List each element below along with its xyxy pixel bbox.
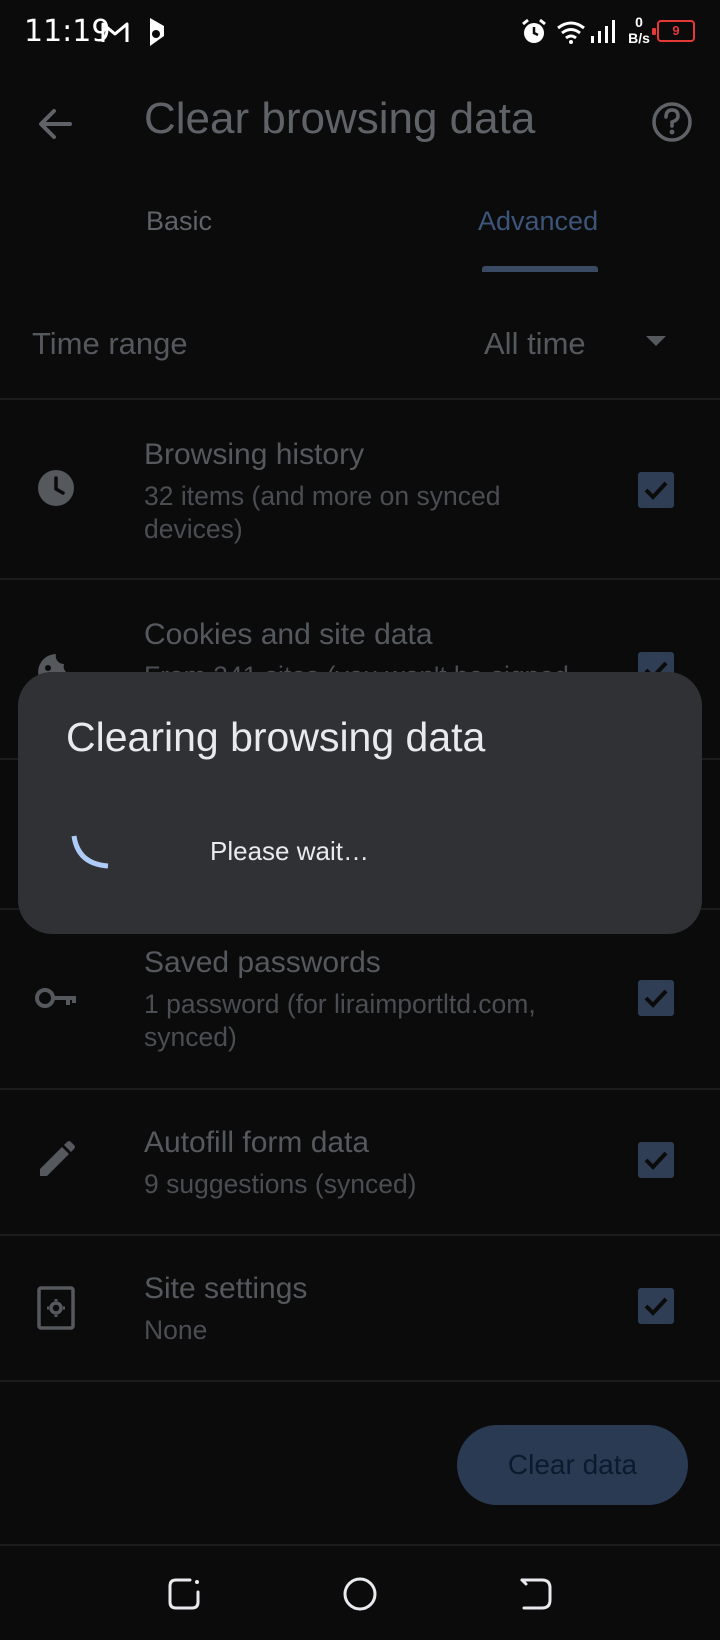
battery-level: 9 (672, 23, 680, 38)
tab-bar: Basic Advanced (0, 176, 720, 272)
help-icon (652, 102, 692, 142)
dialog-message: Please wait… (210, 836, 369, 866)
item-title: Browsing history (144, 438, 365, 471)
time-range-value[interactable]: All time (484, 326, 586, 362)
battery-icon: 9 (652, 20, 695, 42)
back-button[interactable] (28, 96, 84, 152)
tab-basic[interactable]: Basic (146, 206, 212, 237)
checkmark-icon (644, 481, 668, 500)
system-nav-bar (0, 1546, 720, 1640)
dialog-title: Clearing browsing data (66, 714, 486, 760)
app-bar: Clear browsing data (0, 64, 720, 176)
item-title: Cookies and site data (144, 618, 433, 651)
time-range-selector[interactable]: Time range All time (0, 292, 720, 400)
item-title: Site settings (144, 1272, 308, 1305)
network-speed-unit: B/s (628, 30, 650, 46)
signal-icon (590, 18, 618, 44)
checkmark-icon (644, 989, 668, 1008)
clock-icon (38, 470, 74, 506)
network-speed: 0 B/s (627, 14, 651, 46)
list-item-autofill[interactable]: Autofill form data 9 suggestions (synced… (0, 1090, 720, 1236)
app-notification-icon (144, 16, 168, 48)
time-range-label: Time range (32, 326, 188, 361)
home-circle-icon (343, 1577, 377, 1611)
list-item-site-settings[interactable]: Site settings None (0, 1236, 720, 1382)
network-speed-value: 0 (635, 14, 643, 30)
site-settings-icon (37, 1286, 75, 1330)
clear-data-button[interactable]: Clear data (457, 1425, 688, 1505)
back-nav-button[interactable] (512, 1570, 560, 1618)
item-title: Saved passwords (144, 946, 381, 979)
dropdown-arrow-icon[interactable] (644, 334, 668, 348)
recent-apps-button[interactable] (160, 1570, 208, 1618)
saved-passwords-checkbox[interactable] (638, 980, 674, 1016)
pencil-icon (40, 1141, 75, 1176)
clearing-dialog: Clearing browsing data Please wait… (18, 672, 702, 934)
list-item-saved-passwords[interactable]: Saved passwords 1 password (for liraimpo… (0, 910, 720, 1090)
tab-indicator (482, 266, 598, 272)
checkmark-icon (644, 1297, 668, 1316)
gmail-icon (100, 20, 130, 44)
item-title: Autofill form data (144, 1126, 370, 1159)
home-button[interactable] (336, 1570, 384, 1618)
item-subtitle: None (144, 1315, 208, 1345)
recent-apps-icon (168, 1578, 200, 1610)
status-time: 11:19 (24, 14, 111, 49)
back-nav-icon (520, 1578, 552, 1610)
page-title: Clear browsing data (144, 94, 536, 143)
loading-spinner-icon (71, 835, 109, 869)
wifi-icon (556, 20, 586, 44)
item-subtitle: 32 items (and more on synced devices) (144, 481, 501, 544)
checkmark-icon (644, 1151, 668, 1170)
status-bar: 11:19 0 B/s 9 (0, 0, 720, 64)
item-subtitle: 1 password (for liraimportltd.com, synce… (144, 989, 536, 1052)
back-arrow-icon (39, 109, 72, 139)
list-item-browsing-history[interactable]: Browsing history 32 items (and more on s… (0, 400, 720, 580)
autofill-checkbox[interactable] (638, 1142, 674, 1178)
browsing-history-checkbox[interactable] (638, 472, 674, 508)
item-subtitle: 9 suggestions (synced) (144, 1169, 417, 1199)
site-settings-checkbox[interactable] (638, 1288, 674, 1324)
key-icon (35, 988, 76, 1008)
help-button[interactable] (644, 94, 700, 150)
tab-advanced[interactable]: Advanced (478, 206, 598, 237)
alarm-icon (520, 18, 548, 46)
